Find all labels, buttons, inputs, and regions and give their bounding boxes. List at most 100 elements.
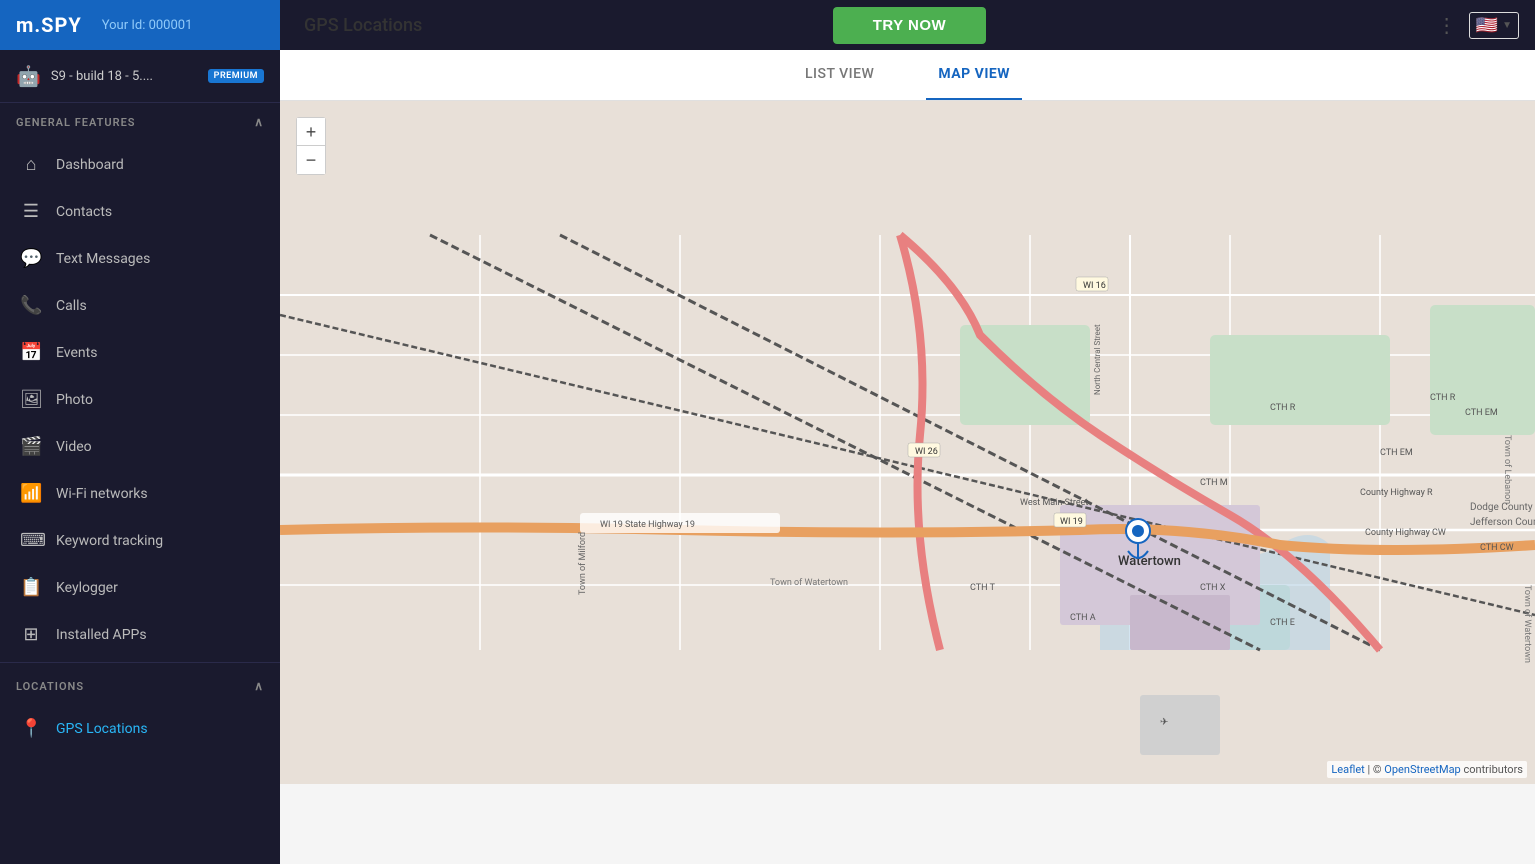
- leaflet-link[interactable]: Leaflet: [1331, 763, 1364, 776]
- svg-text:CTH R: CTH R: [1270, 403, 1296, 413]
- svg-text:North Central Street: North Central Street: [1093, 324, 1102, 395]
- sidebar-item-wifi[interactable]: 📶 Wi-Fi networks: [0, 470, 280, 517]
- contacts-icon: ☰: [20, 201, 42, 222]
- svg-text:CTH A: CTH A: [1070, 613, 1096, 623]
- content-area: LIST VIEW MAP VIEW + −: [280, 50, 1535, 864]
- svg-text:WI 16: WI 16: [1083, 281, 1106, 291]
- svg-text:Town of Watertown: Town of Watertown: [1522, 585, 1532, 663]
- svg-text:CTH EM: CTH EM: [1465, 408, 1498, 418]
- device-icon: 🤖: [16, 64, 41, 88]
- osm-link[interactable]: OpenStreetMap: [1384, 763, 1460, 776]
- sidebar-item-keylogger[interactable]: 📋 Keylogger: [0, 564, 280, 611]
- attribution-suffix: contributors: [1463, 763, 1523, 776]
- home-icon: ⌂: [20, 154, 42, 175]
- device-selector[interactable]: 🤖 S9 - build 18 - 5.... PREMIUM: [0, 50, 280, 103]
- section-divider: [0, 662, 280, 663]
- svg-text:✈: ✈: [1160, 717, 1168, 728]
- sidebar-item-label: Keylogger: [56, 580, 118, 596]
- flag-icon: 🇺🇸: [1476, 15, 1498, 36]
- tab-map-view[interactable]: MAP VIEW: [926, 50, 1022, 100]
- sidebar-item-photo[interactable]: 🖼 Photo: [0, 376, 280, 423]
- sidebar-item-label: Events: [56, 345, 97, 361]
- tab-list-view[interactable]: LIST VIEW: [793, 50, 886, 100]
- top-header: m.SPY Your Id: 000001 GPS Locations TRY …: [0, 0, 1535, 50]
- calls-icon: 📞: [20, 295, 42, 316]
- gps-icon: 📍: [20, 718, 42, 739]
- sidebar-item-label: GPS Locations: [56, 721, 148, 737]
- sidebar-item-label: Video: [56, 439, 92, 455]
- svg-text:Town of Lebanon: Town of Lebanon: [1502, 435, 1512, 504]
- svg-text:CTH CW: CTH CW: [1480, 543, 1514, 553]
- sidebar-item-gps-locations[interactable]: 📍 GPS Locations: [0, 705, 280, 752]
- video-icon: 🎬: [20, 436, 42, 457]
- svg-text:CTH X: CTH X: [1200, 583, 1226, 593]
- section-chevron-icon[interactable]: ∧: [254, 115, 264, 129]
- content-below-map: [280, 784, 1535, 864]
- sidebar-item-label: Calls: [56, 298, 87, 314]
- sidebar-item-label: Text Messages: [56, 251, 150, 267]
- more-options-icon[interactable]: ⋮: [1437, 13, 1457, 37]
- sidebar-item-label: Keyword tracking: [56, 533, 163, 549]
- sidebar-item-label: Photo: [56, 392, 93, 408]
- svg-text:West Main Street: West Main Street: [1020, 498, 1088, 508]
- locations-chevron-icon[interactable]: ∧: [254, 679, 264, 693]
- device-name: S9 - build 18 - 5....: [51, 69, 198, 84]
- chevron-down-icon: ▼: [1502, 20, 1512, 31]
- svg-text:CTH T: CTH T: [970, 583, 996, 593]
- svg-text:CTH EM: CTH EM: [1380, 448, 1413, 458]
- logo: m.SPY: [16, 13, 82, 37]
- map-container: + −: [280, 101, 1535, 784]
- apps-icon: ⊞: [20, 624, 42, 645]
- general-features-label: GENERAL FEATURES: [16, 116, 136, 129]
- map-zoom-controls: + −: [296, 117, 326, 175]
- keylogger-icon: 📋: [20, 577, 42, 598]
- language-selector[interactable]: 🇺🇸 ▼: [1469, 12, 1519, 39]
- sidebar-item-contacts[interactable]: ☰ Contacts: [0, 188, 280, 235]
- svg-text:County Highway CW: County Highway CW: [1365, 528, 1446, 538]
- sidebar-item-label: Installed APPs: [56, 627, 147, 643]
- svg-text:CTH R: CTH R: [1430, 393, 1456, 403]
- general-features-header: GENERAL FEATURES ∧: [0, 103, 280, 141]
- sidebar-item-label: Contacts: [56, 204, 112, 220]
- sidebar-item-keyword-tracking[interactable]: ⌨ Keyword tracking: [0, 517, 280, 564]
- photo-icon: 🖼: [20, 389, 42, 410]
- svg-text:Town of Watertown: Town of Watertown: [770, 578, 848, 588]
- user-id: Your Id: 000001: [102, 18, 193, 33]
- sidebar-item-label: Wi-Fi networks: [56, 486, 148, 502]
- svg-text:Town of Milford: Town of Milford: [578, 532, 588, 595]
- logo-area: m.SPY Your Id: 000001: [0, 0, 280, 50]
- svg-text:WI 19 State Highway 19: WI 19 State Highway 19: [600, 520, 695, 530]
- messages-icon: 💬: [20, 248, 42, 269]
- map-area[interactable]: + −: [280, 101, 1535, 784]
- sidebar-item-text-messages[interactable]: 💬 Text Messages: [0, 235, 280, 282]
- header-center: GPS Locations TRY NOW: [280, 7, 1421, 44]
- svg-text:Jefferson County: Jefferson County: [1470, 516, 1535, 528]
- sidebar-item-calls[interactable]: 📞 Calls: [0, 282, 280, 329]
- sidebar-item-installed-apps[interactable]: ⊞ Installed APPs: [0, 611, 280, 658]
- sidebar-item-label: Dashboard: [56, 157, 124, 173]
- tabs-bar: LIST VIEW MAP VIEW: [280, 50, 1535, 101]
- svg-text:CTH M: CTH M: [1200, 478, 1228, 488]
- zoom-in-button[interactable]: +: [297, 118, 325, 146]
- keyword-icon: ⌨: [20, 530, 42, 551]
- svg-text:CTH E: CTH E: [1270, 618, 1295, 628]
- svg-text:County Highway R: County Highway R: [1360, 488, 1433, 498]
- try-now-button[interactable]: TRY NOW: [833, 7, 987, 44]
- sidebar-item-video[interactable]: 🎬 Video: [0, 423, 280, 470]
- page-title: GPS Locations: [304, 15, 422, 36]
- wifi-icon: 📶: [20, 483, 42, 504]
- map-attribution: Leaflet | © OpenStreetMap contributors: [1327, 761, 1527, 778]
- events-icon: 📅: [20, 342, 42, 363]
- premium-badge: PREMIUM: [208, 69, 264, 83]
- main-layout: 🤖 S9 - build 18 - 5.... PREMIUM GENERAL …: [0, 50, 1535, 864]
- sidebar-item-events[interactable]: 📅 Events: [0, 329, 280, 376]
- zoom-out-button[interactable]: −: [297, 146, 325, 174]
- header-right: ⋮ 🇺🇸 ▼: [1421, 12, 1535, 39]
- svg-text:WI 26: WI 26: [915, 447, 938, 457]
- sidebar: 🤖 S9 - build 18 - 5.... PREMIUM GENERAL …: [0, 50, 280, 864]
- svg-text:WI 19: WI 19: [1060, 517, 1083, 527]
- svg-text:Watertown: Watertown: [1118, 554, 1181, 569]
- locations-label: LOCATIONS: [16, 680, 84, 693]
- sidebar-item-dashboard[interactable]: ⌂ Dashboard: [0, 141, 280, 188]
- locations-header: LOCATIONS ∧: [0, 667, 280, 705]
